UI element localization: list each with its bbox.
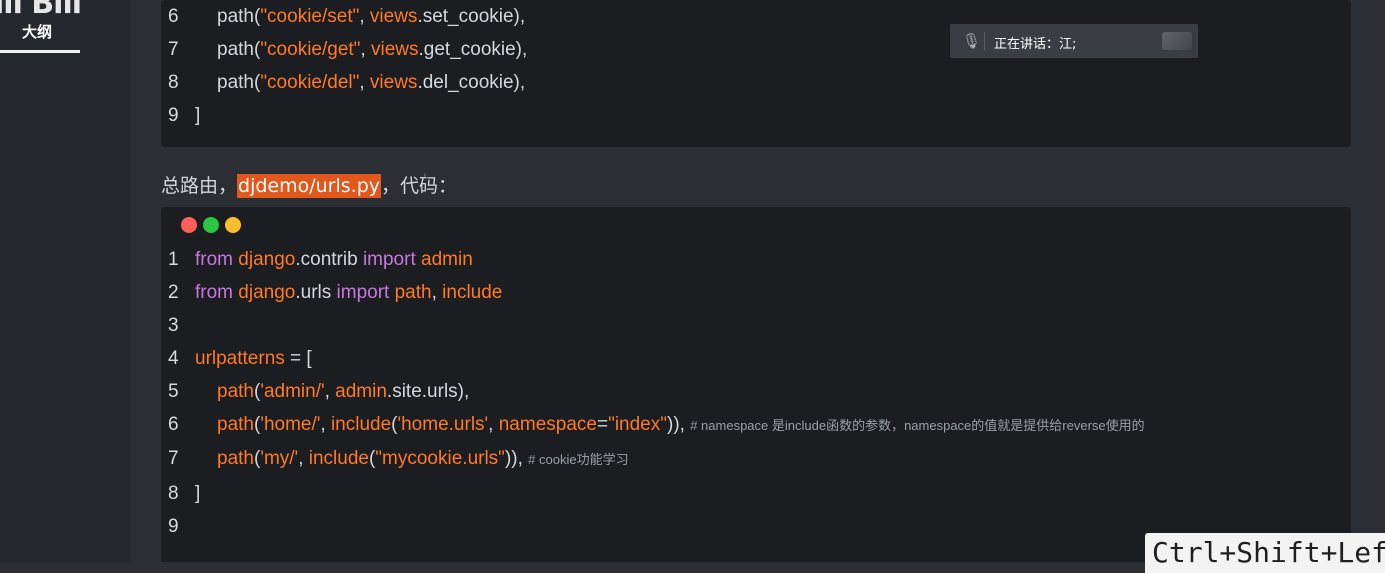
- code-token: include: [308, 448, 369, 469]
- code-token: ,: [359, 6, 370, 27]
- code-token: django: [238, 249, 296, 270]
- window-dots: [181, 217, 247, 238]
- code-token: ,: [298, 448, 309, 469]
- code-token: path: [217, 381, 254, 402]
- code-comment: # namespace 是include函数的参数，namespace的值就是提…: [690, 418, 1145, 433]
- code-text: path("cookie/set", views.set_cookie),: [195, 2, 525, 32]
- speaking-text: 正在讲话：江;: [994, 37, 1077, 52]
- code-token: path(: [217, 39, 261, 60]
- code-token: 'home.urls': [397, 414, 489, 435]
- line-number: 6: [168, 414, 179, 435]
- code-token: "cookie/get": [260, 39, 361, 60]
- code-token: ,: [360, 39, 371, 60]
- prose-text-before: 总路由，: [161, 175, 238, 197]
- code-token: django: [238, 282, 296, 303]
- minimize-dot-icon: [203, 217, 219, 233]
- code-token: )),: [667, 414, 691, 435]
- paragraph-main-router: 总路由，djdemo/urls.py，代码：: [161, 171, 457, 198]
- code-token: ]: [195, 483, 201, 504]
- code-text: path('my/', include("mycookie.urls")), #…: [195, 444, 629, 475]
- code-token: = [: [284, 348, 312, 369]
- code-token: .set_cookie),: [417, 6, 526, 27]
- app-logo-icon: [1162, 32, 1192, 50]
- code-token: .site.urls),: [386, 381, 470, 402]
- sidebar: ili Bili 大纲: [0, 0, 130, 562]
- code-token: ,: [431, 282, 443, 303]
- code-comment: # cookie功能学习: [528, 452, 629, 467]
- line-number: 9: [168, 105, 179, 126]
- code-token: path: [394, 282, 432, 303]
- code-token: )),: [504, 448, 529, 469]
- code-token: from: [195, 282, 239, 303]
- code-text: path("cookie/get", views.get_cookie),: [195, 35, 527, 65]
- highlighted-filename: djdemo/urls.py: [237, 174, 382, 198]
- code-token: admin: [335, 381, 387, 402]
- close-dot-icon: [181, 217, 197, 233]
- outline-tab[interactable]: 大纲: [22, 21, 52, 42]
- code-token: admin: [421, 249, 473, 270]
- code-token: import: [362, 249, 422, 270]
- divider: [984, 32, 985, 50]
- code-token: path(: [217, 72, 261, 93]
- code-token: include: [330, 414, 392, 435]
- code-token: .contrib: [295, 249, 363, 270]
- code-token: path: [217, 448, 254, 469]
- code-token: include: [442, 282, 503, 303]
- code-token: .urls: [295, 282, 337, 303]
- code-token: namespace: [498, 414, 597, 435]
- maximize-dot-icon: [225, 217, 241, 233]
- line-number: 5: [168, 381, 179, 402]
- code-token: ,: [324, 381, 336, 402]
- code-token: "cookie/del": [260, 72, 360, 93]
- code-token: ,: [488, 414, 499, 435]
- code-block-urls: 1 from django.contrib import admin 2 from d…: [161, 207, 1351, 562]
- line-number: 4: [168, 348, 179, 369]
- code-token: urlpatterns: [195, 348, 285, 369]
- code-text: from django.contrib import admin: [195, 245, 473, 275]
- text-cursor-icon: ᶦ: [424, 170, 426, 184]
- line-number: 7: [168, 39, 179, 60]
- line-number: 1: [168, 249, 179, 270]
- microphone-icon: 🎙: [962, 33, 982, 50]
- code-token: path: [217, 414, 254, 435]
- code-token: "mycookie.urls": [375, 448, 505, 469]
- line-number: 8: [168, 72, 179, 93]
- prose-text-after: ，代码：: [381, 175, 458, 197]
- code-text: ]: [195, 479, 200, 509]
- line-number: 7: [168, 448, 179, 469]
- line-number: 8: [168, 483, 179, 504]
- code-token: ,: [359, 72, 370, 93]
- code-token: views: [369, 6, 418, 27]
- code-token: =: [596, 414, 609, 435]
- code-token: from: [195, 249, 239, 270]
- code-token: "index": [608, 414, 667, 435]
- outline-tab-underline: [0, 50, 80, 53]
- code-text: ]: [195, 101, 200, 131]
- code-text: path('admin/', admin.site.urls),: [195, 377, 469, 407]
- code-text: urlpatterns = [: [195, 344, 312, 374]
- line-number: 3: [168, 315, 179, 336]
- code-token: path(: [217, 6, 261, 27]
- bilibili-logo: ili Bili: [0, 0, 82, 21]
- keyboard-shortcut-overlay: Ctrl+Shift+Left: [1145, 533, 1385, 573]
- code-text: path("cookie/del", views.del_cookie),: [195, 68, 525, 98]
- code-text: from django.urls import path, include: [195, 278, 502, 308]
- line-number: 6: [168, 6, 179, 27]
- code-token: .del_cookie),: [417, 72, 526, 93]
- line-number: 2: [168, 282, 179, 303]
- code-text: path('home/', include('home.urls', names…: [195, 410, 1145, 441]
- code-token: "cookie/set": [260, 6, 360, 27]
- code-token: ]: [195, 105, 201, 126]
- code-token: import: [336, 282, 395, 303]
- code-token: 'admin/': [260, 381, 325, 402]
- code-token: 'my/': [260, 448, 299, 469]
- code-token: views: [370, 39, 419, 60]
- line-number: 9: [168, 516, 179, 537]
- code-token: 'home/': [260, 414, 321, 435]
- code-token: .get_cookie),: [418, 39, 528, 60]
- speaking-indicator: 🎙 正在讲话：江;: [950, 24, 1198, 58]
- code-block-views-paths: 6 path("cookie/set", views.set_cookie), 7 p…: [161, 0, 1351, 147]
- code-token: ,: [320, 414, 331, 435]
- code-token: views: [369, 72, 418, 93]
